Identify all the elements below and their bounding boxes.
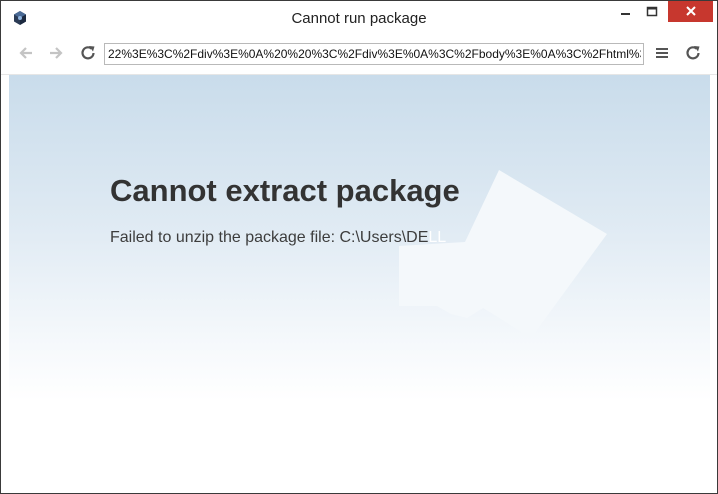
close-button[interactable] — [668, 1, 713, 22]
error-message: Failed to unzip the package file: C:\Use… — [110, 229, 446, 247]
reload-icon — [684, 44, 702, 67]
error-message-text: Failed to unzip the package file: C:\Use… — [110, 229, 429, 246]
error-heading: Cannot extract package — [110, 173, 460, 208]
close-icon — [685, 4, 697, 20]
forward-button[interactable] — [44, 43, 68, 67]
error-message-tail: LL — [428, 229, 447, 246]
arrow-left-icon — [17, 44, 35, 67]
app-window: Cannot run package 22%3E%3C%2Fdiv%3E%0A%… — [0, 0, 718, 494]
browser-toolbar — [1, 36, 717, 75]
reload-button[interactable] — [76, 43, 100, 67]
arrow-right-icon — [47, 44, 65, 67]
maximize-button[interactable] — [639, 1, 665, 25]
title-bar[interactable]: Cannot run package — [1, 1, 717, 36]
minimize-icon — [620, 5, 632, 21]
window-title: Cannot run package — [291, 10, 427, 27]
menu-button[interactable] — [650, 43, 674, 67]
back-button[interactable] — [14, 43, 38, 67]
reload-icon — [79, 44, 97, 67]
minimize-button[interactable] — [613, 1, 639, 25]
hamburger-menu-icon — [654, 45, 670, 66]
maximize-icon — [646, 5, 658, 21]
page-reload-button[interactable] — [681, 43, 705, 67]
error-page: Cannot extract package Failed to unzip t… — [9, 75, 710, 493]
address-bar[interactable] — [104, 43, 644, 65]
